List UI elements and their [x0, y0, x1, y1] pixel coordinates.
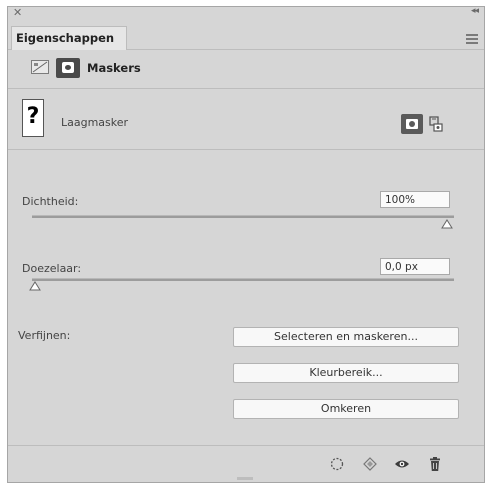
properties-panel: ✕ ◂◂ Eigenschappen Maskers ? Laagmasker	[7, 6, 485, 483]
density-label: Dichtheid:	[22, 195, 79, 208]
feather-slider-thumb[interactable]	[29, 281, 41, 291]
density-slider-thumb[interactable]	[441, 219, 453, 229]
tab-properties-label: Eigenschappen	[16, 31, 115, 45]
mask-type-label: Laagmasker	[61, 116, 129, 129]
collapse-icon[interactable]: ◂◂	[471, 6, 479, 16]
panel-topbar: ✕ ◂◂	[8, 6, 484, 21]
trash-icon[interactable]	[427, 456, 443, 472]
load-selection-icon[interactable]	[329, 456, 345, 472]
apply-mask-icon[interactable]	[362, 456, 378, 472]
feather-label: Doezelaar:	[22, 262, 82, 275]
vector-mask-icon[interactable]	[429, 116, 443, 132]
mask-thumbnail: ?	[22, 99, 44, 137]
masks-icon[interactable]	[56, 58, 80, 78]
resize-grip[interactable]	[237, 477, 253, 480]
properties-header: Maskers	[8, 50, 484, 89]
adjustments-icon[interactable]	[31, 60, 49, 74]
feather-slider-track[interactable]	[32, 278, 454, 281]
mask-row: ? Laagmasker	[8, 89, 484, 150]
refine-label: Verfijnen:	[18, 329, 71, 342]
properties-title: Maskers	[87, 61, 141, 75]
tab-row: Eigenschappen	[8, 21, 484, 50]
tab-properties[interactable]: Eigenschappen	[11, 26, 128, 50]
density-input[interactable]	[380, 191, 450, 208]
visibility-eye-icon[interactable]	[394, 456, 410, 472]
density-slider-track[interactable]	[32, 215, 454, 218]
feather-input[interactable]	[380, 258, 450, 275]
color-range-button[interactable]: Kleurbereik...	[233, 363, 459, 383]
panel-menu-icon[interactable]	[466, 34, 478, 46]
close-icon[interactable]: ✕	[13, 6, 22, 19]
select-and-mask-button[interactable]: Selecteren en maskeren...	[233, 327, 459, 347]
pixel-mask-icon[interactable]	[401, 114, 423, 134]
invert-button[interactable]: Omkeren	[233, 399, 459, 419]
bottom-toolbar	[8, 445, 484, 482]
